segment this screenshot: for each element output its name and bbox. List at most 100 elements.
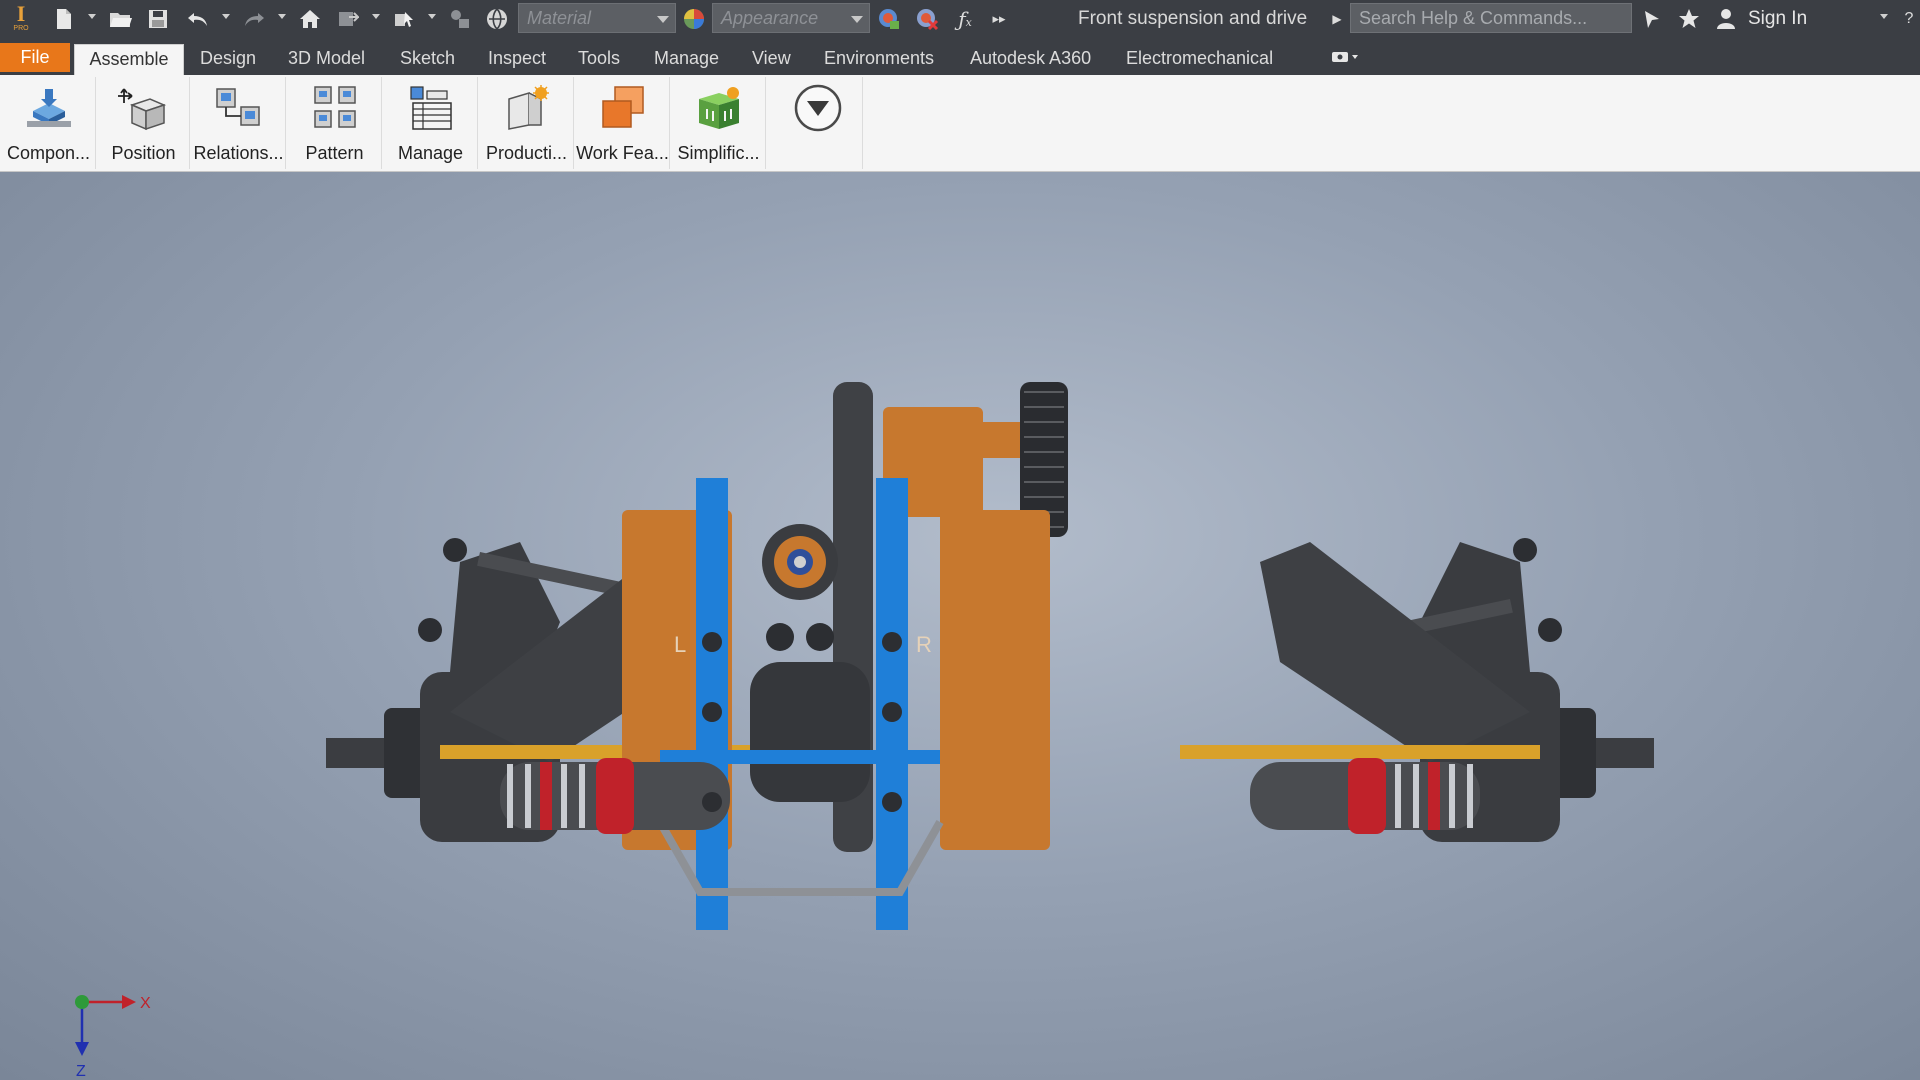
- manage-button[interactable]: Manage: [384, 77, 478, 169]
- sign-in-dropdown-arrow[interactable]: [1880, 14, 1888, 19]
- productivity-icon: [501, 85, 553, 131]
- upper-bracket-arm: [960, 422, 1020, 458]
- favorites-icon[interactable]: [1676, 6, 1702, 32]
- appearance-sphere-icon[interactable]: [682, 6, 706, 32]
- pattern-icon: [309, 85, 361, 131]
- manage-button-label: Manage: [397, 143, 464, 163]
- document-title: Front suspension and drive: [1078, 8, 1308, 29]
- relationships-button-label: Relations...: [193, 143, 284, 163]
- view-triad: X Z: [75, 995, 151, 1080]
- simplification-button-label: Simplific...: [677, 143, 760, 163]
- left-shock-red-ring: [540, 762, 552, 830]
- new-icon[interactable]: [52, 6, 76, 32]
- productivity-button[interactable]: Producti...: [480, 77, 574, 169]
- tab-3d-model[interactable]: 3D Model: [288, 44, 365, 75]
- tab-assemble[interactable]: Assemble: [74, 44, 184, 75]
- search-expand-icon[interactable]: ▶: [1330, 6, 1344, 32]
- user-icon[interactable]: [1714, 6, 1738, 32]
- triad-z-arrow: [75, 1042, 89, 1056]
- app-logo[interactable]: I PRO: [8, 3, 34, 35]
- save-icon[interactable]: [146, 6, 170, 32]
- right-orange-bracket: [940, 510, 1050, 850]
- triad-y-axis-dot: [75, 995, 89, 1009]
- update-icon[interactable]: [484, 6, 510, 32]
- component-button-label: Compon...: [6, 143, 91, 163]
- search-input[interactable]: Search Help & Commands...: [1350, 3, 1632, 33]
- differential-housing: [750, 662, 870, 802]
- right-mount-label: R: [916, 632, 932, 657]
- ribbon-expand-button[interactable]: [770, 77, 863, 169]
- tab-inspect[interactable]: Inspect: [488, 44, 546, 75]
- redo-dropdown-arrow[interactable]: [278, 14, 286, 19]
- measure-icon[interactable]: [448, 6, 472, 32]
- position-move-icon: [117, 85, 170, 131]
- simplification-icon: [693, 85, 745, 131]
- help-icon[interactable]: ?: [1900, 6, 1918, 32]
- ribbon-tab-bar: File Assemble Design 3D Model Sketch Ins…: [0, 38, 1920, 75]
- panel-display-icon[interactable]: [1328, 44, 1362, 70]
- material-dropdown-arrow[interactable]: [657, 16, 669, 23]
- work-features-button[interactable]: Work Fea...: [576, 77, 670, 169]
- triad-x-label: X: [140, 995, 151, 1012]
- place-component-icon: [23, 85, 75, 131]
- clear-appearance-icon[interactable]: [914, 6, 940, 32]
- tab-tools[interactable]: Tools: [578, 44, 620, 75]
- relationships-constrain-icon: [213, 85, 265, 131]
- tab-view[interactable]: View: [752, 44, 791, 75]
- appearance-dropdown-arrow[interactable]: [851, 16, 863, 23]
- suspension-assembly-model[interactable]: L R: [300, 242, 1680, 962]
- bill-of-materials-icon: [405, 85, 457, 131]
- relationships-button[interactable]: Relations...: [192, 77, 286, 169]
- tab-electromechanical[interactable]: Electromechanical: [1126, 44, 1273, 75]
- component-button[interactable]: Compon...: [2, 77, 96, 169]
- quick-access-toolbar: I PRO Material Appearance ƒx ▸▸ Front su…: [0, 0, 1920, 38]
- adjust-appearance-icon[interactable]: [876, 6, 902, 32]
- tab-sketch[interactable]: Sketch: [400, 44, 455, 75]
- right-shock-red-ring: [1428, 762, 1440, 830]
- home-icon[interactable]: [298, 6, 322, 32]
- tab-environments[interactable]: Environments: [824, 44, 934, 75]
- app-logo-sub: PRO: [13, 25, 29, 32]
- redo-icon[interactable]: [242, 6, 266, 32]
- sign-in-link[interactable]: Sign In: [1748, 8, 1807, 30]
- left-shock-red-collar: [596, 758, 634, 834]
- return-dropdown-arrow[interactable]: [372, 14, 380, 19]
- ribbon-expand-icon: [793, 83, 843, 133]
- select-priority-icon[interactable]: [392, 6, 416, 32]
- app-logo-glyph: I: [16, 1, 26, 26]
- tab-autodesk-a360[interactable]: Autodesk A360: [970, 44, 1091, 75]
- pattern-button[interactable]: Pattern: [288, 77, 382, 169]
- simplification-button[interactable]: Simplific...: [672, 77, 766, 169]
- more-icon[interactable]: ▸▸: [990, 6, 1008, 32]
- graphics-viewport[interactable]: L R X Z: [0, 172, 1920, 1080]
- return-icon[interactable]: [336, 6, 360, 32]
- tab-design[interactable]: Design: [200, 44, 256, 75]
- center-bearing-bore: [794, 556, 806, 568]
- tab-file[interactable]: File: [0, 43, 70, 72]
- open-icon[interactable]: [108, 6, 134, 32]
- material-select[interactable]: Material: [518, 3, 676, 33]
- work-features-button-label: Work Fea...: [576, 143, 669, 163]
- left-mount-label: L: [674, 632, 686, 657]
- tab-manage[interactable]: Manage: [654, 44, 719, 75]
- right-shock-red-collar: [1348, 758, 1386, 834]
- comm-center-icon[interactable]: [1640, 6, 1664, 32]
- undo-dropdown-arrow[interactable]: [222, 14, 230, 19]
- appearance-select-placeholder: Appearance: [721, 8, 819, 28]
- work-features-icon: [597, 85, 649, 131]
- parameters-fx-icon[interactable]: ƒx: [952, 6, 978, 32]
- select-priority-dropdown-arrow[interactable]: [428, 14, 436, 19]
- position-button[interactable]: Position: [98, 77, 190, 169]
- pattern-button-label: Pattern: [305, 143, 364, 163]
- position-button-label: Position: [111, 143, 176, 163]
- triad-z-label: Z: [76, 1063, 86, 1080]
- undo-icon[interactable]: [186, 6, 210, 32]
- ribbon-panel: Compon... Position Relations... Pattern …: [0, 75, 1920, 172]
- blue-cross-brace: [660, 750, 940, 764]
- right-tie-rod: [1180, 745, 1540, 759]
- triad-x-arrow: [122, 995, 136, 1009]
- appearance-select[interactable]: Appearance: [712, 3, 870, 33]
- productivity-button-label: Producti...: [485, 143, 568, 163]
- new-dropdown-arrow[interactable]: [88, 14, 96, 19]
- material-select-placeholder: Material: [527, 8, 592, 28]
